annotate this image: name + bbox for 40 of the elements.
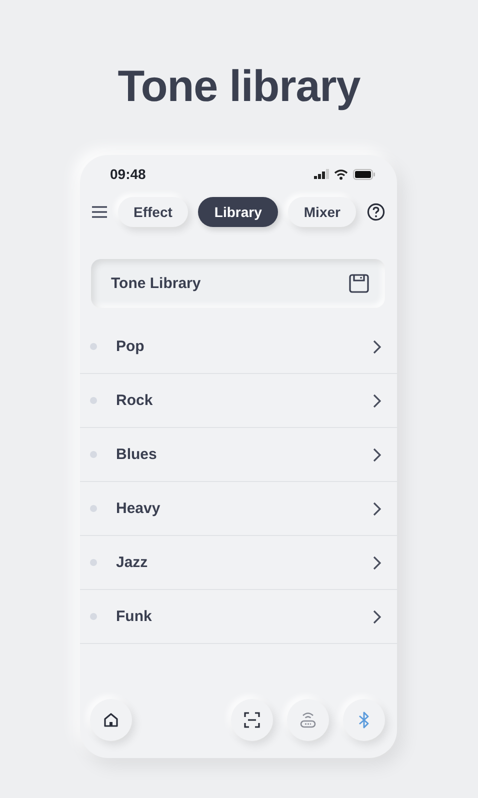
router-icon [299,711,317,729]
genre-item[interactable]: Rock [80,374,397,428]
genre-item[interactable]: Funk [80,590,397,644]
bullet-dot [90,343,97,350]
battery-icon [353,168,375,180]
genre-label: Funk [116,608,153,625]
genre-item[interactable]: Pop [80,320,397,374]
scan-icon [244,712,260,728]
status-time: 09:48 [110,166,146,182]
tab[interactable]: Mixer [288,197,356,227]
chevron-icon [373,394,381,408]
genre-label: Jazz [116,554,149,571]
chevron-icon [373,502,381,516]
bullet-dot [90,613,97,620]
bluetooth-icon [358,711,370,729]
chevron-icon [373,610,381,624]
chevron-icon [373,340,381,354]
bullet-dot [90,451,97,458]
signal-icon [314,169,329,179]
genre-label: Pop [116,338,146,355]
chevron-icon [373,556,381,570]
home-icon [103,712,119,728]
bullet-dot [90,559,97,566]
genre-label: Rock [116,392,154,409]
bullet-dot [90,505,97,512]
tab[interactable]: Library [198,197,278,227]
bullet-dot [90,397,97,404]
genre-item[interactable]: Blues [80,428,397,482]
page-title: Tone library [118,61,360,113]
genre-item[interactable]: Jazz [80,536,397,590]
wifi-icon [334,168,348,180]
help-icon[interactable] [366,203,385,221]
genre-item[interactable]: Heavy [80,482,397,536]
save-icon[interactable] [349,274,369,293]
chevron-icon [373,448,381,462]
menu-icon[interactable] [92,206,107,218]
genre-label: Heavy [116,500,162,517]
library-title: Tone Library [111,275,201,292]
genre-label: Blues [116,446,158,463]
tab[interactable]: Effect [118,197,188,227]
